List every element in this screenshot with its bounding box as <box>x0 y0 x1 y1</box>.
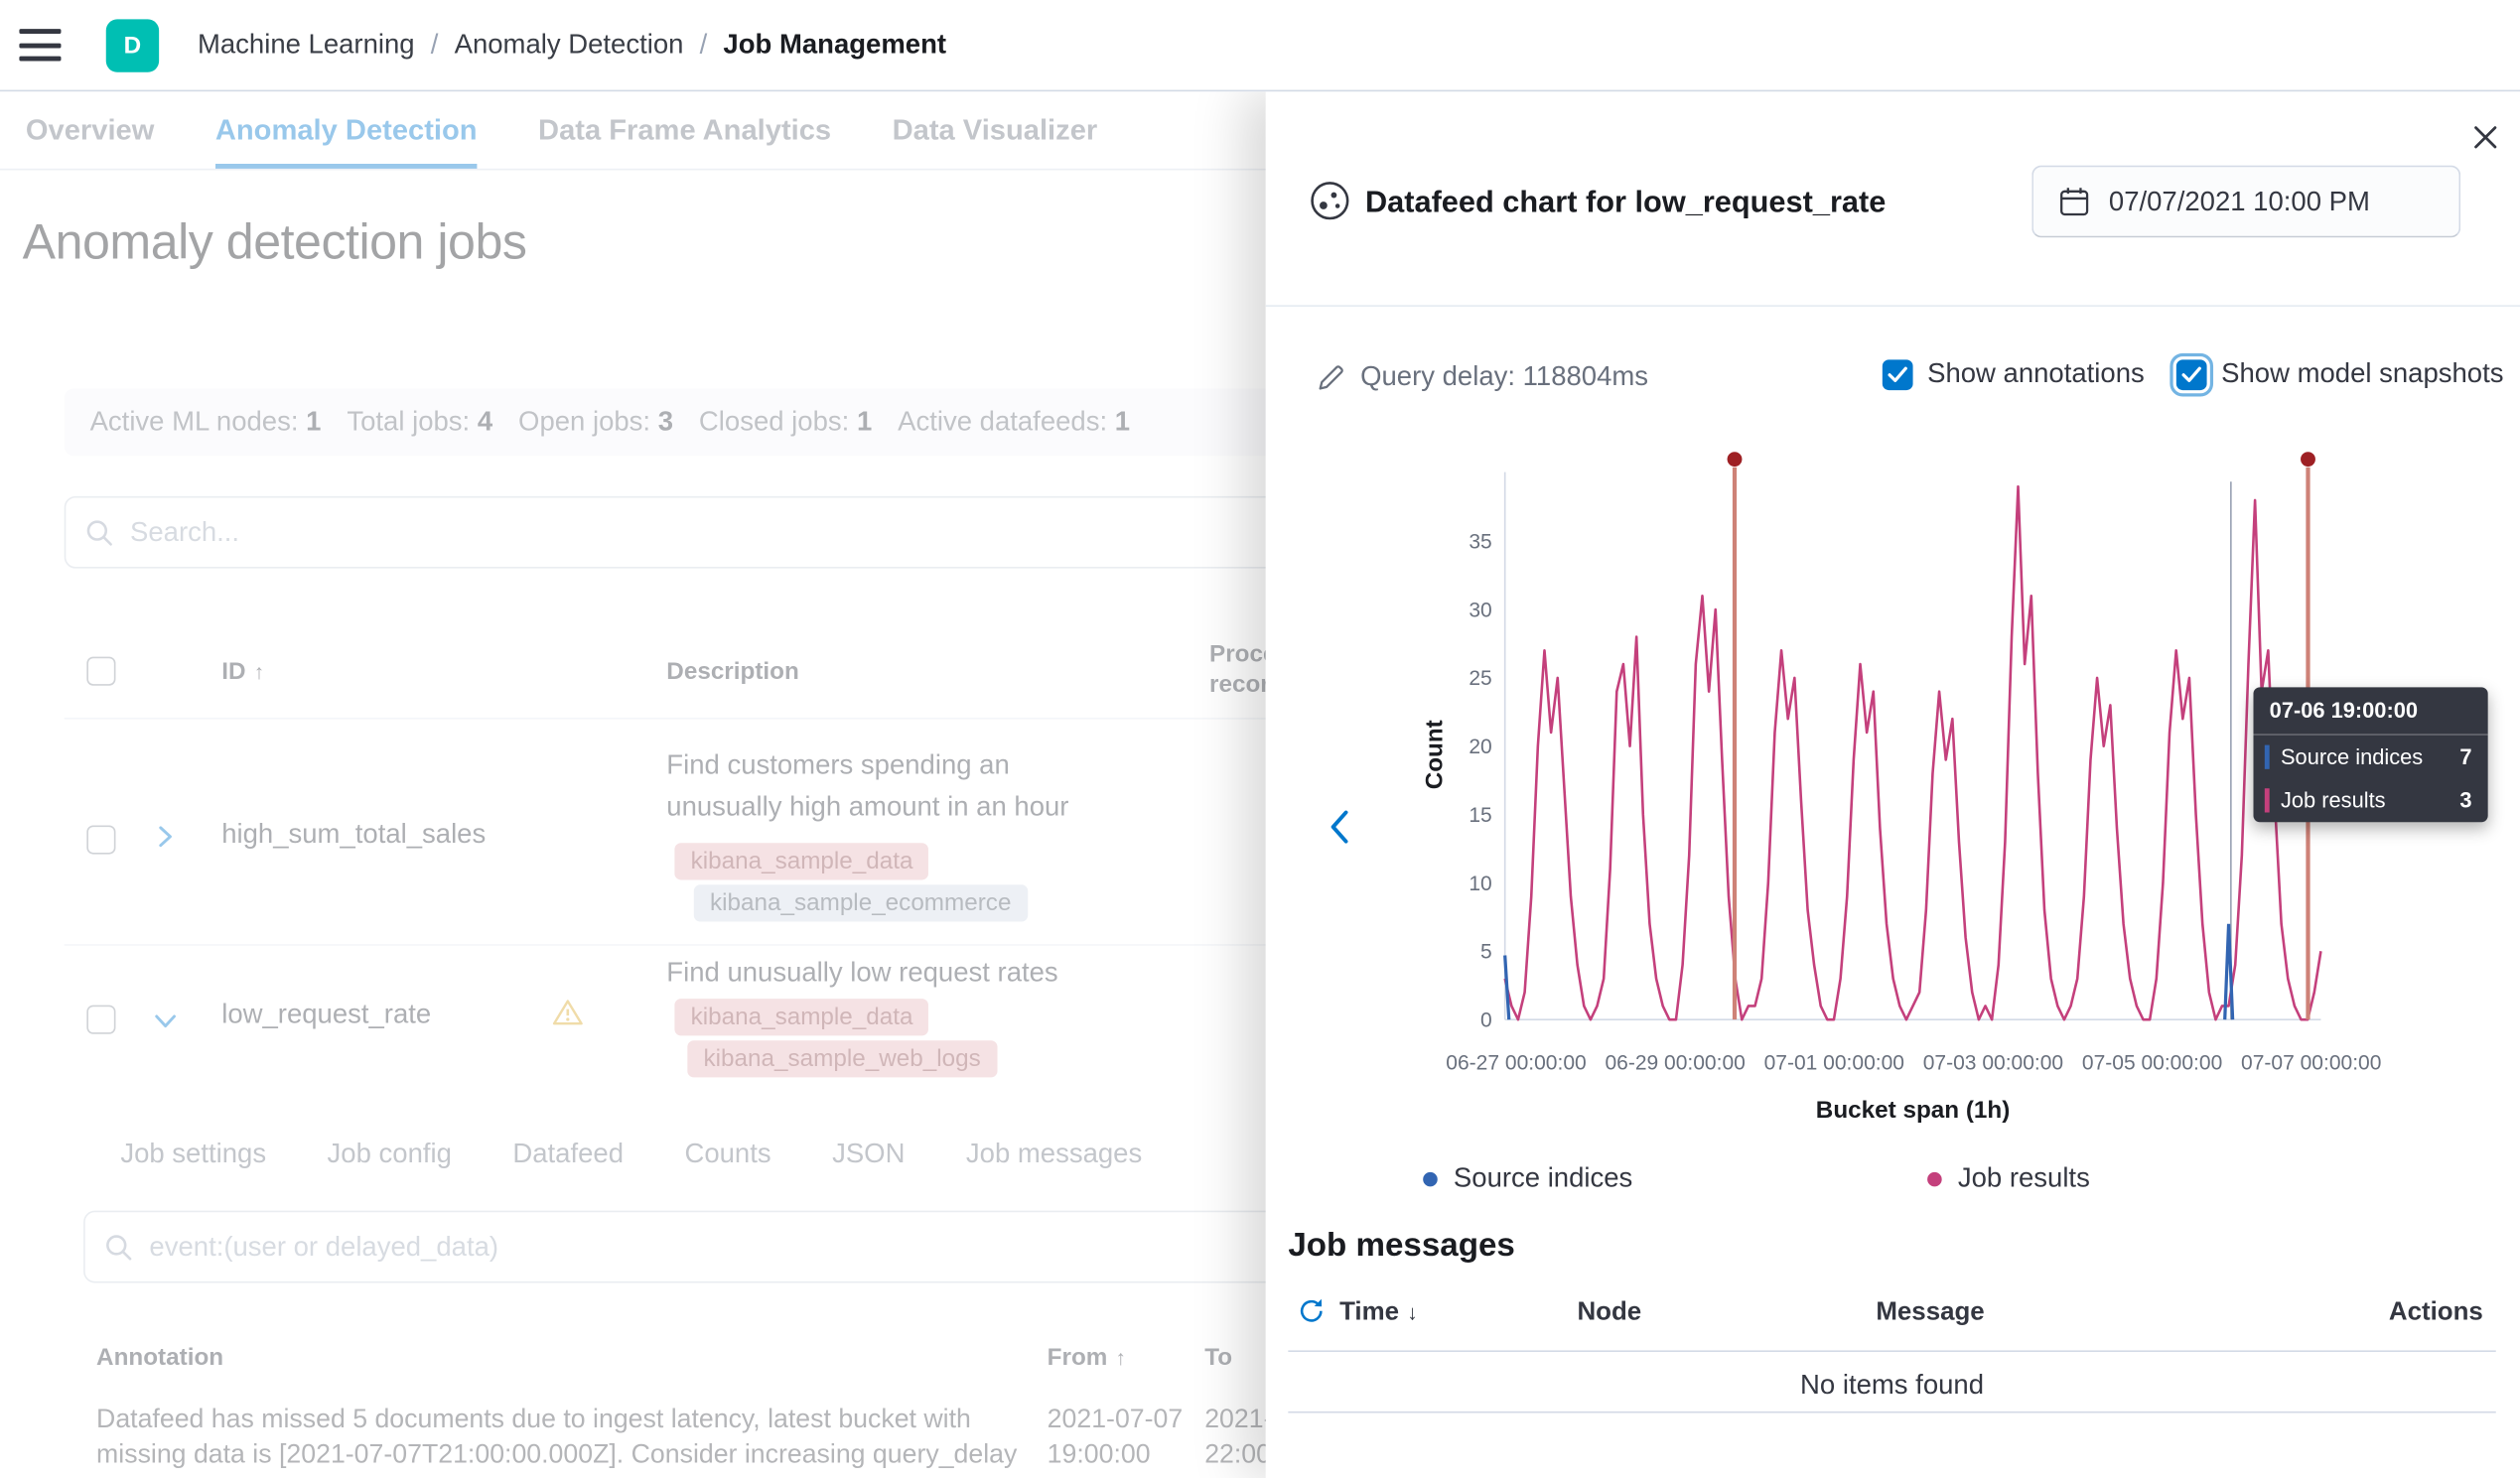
show-model-snapshots-checkbox[interactable]: Show model snapshots <box>2176 358 2504 390</box>
breadcrumb-anomaly-detection[interactable]: Anomaly Detection <box>455 29 684 61</box>
svg-text:35: 35 <box>1469 530 1491 553</box>
top-header: D Machine Learning / Anomaly Detection /… <box>0 0 2520 91</box>
chevron-left-icon[interactable] <box>1324 808 1359 847</box>
breadcrumb-machine-learning[interactable]: Machine Learning <box>198 29 415 61</box>
breadcrumb-job-management: Job Management <box>723 29 946 61</box>
svg-text:Count: Count <box>1422 720 1449 789</box>
menu-icon[interactable] <box>19 29 61 61</box>
column-header-message: Message <box>1876 1299 1984 1328</box>
tooltip-color-bar <box>2265 788 2270 812</box>
svg-text:25: 25 <box>1469 667 1491 690</box>
chart-tooltip: 07-06 19:00:00 Source indices 7 Job resu… <box>2253 687 2487 822</box>
datepicker-button[interactable]: 07/07/2021 10:00 PM <box>2031 166 2460 238</box>
tooltip-row: Source indices 7 <box>2253 736 2487 779</box>
svg-text:07-07 00:00:00: 07-07 00:00:00 <box>2241 1051 2381 1074</box>
pencil-icon[interactable] <box>1317 363 1343 390</box>
legend-source-indices[interactable]: Source indices <box>1423 1162 1632 1194</box>
close-icon[interactable] <box>2460 112 2509 161</box>
svg-text:15: 15 <box>1469 804 1491 827</box>
svg-text:07-01 00:00:00: 07-01 00:00:00 <box>1764 1051 1904 1074</box>
query-delay: Query delay: 118804ms <box>1317 361 1648 393</box>
column-header-actions: Actions <box>2389 1299 2483 1328</box>
x-axis-title: Bucket span (1h) <box>1505 1097 2321 1124</box>
table-divider <box>1288 1350 2495 1352</box>
datafeed-chart-icon <box>1308 179 1352 223</box>
flyout-title: Datafeed chart for low_request_rate <box>1365 187 1886 222</box>
datepicker-value: 07/07/2021 10:00 PM <box>2109 186 2370 217</box>
tooltip-row: Job results 3 <box>2253 779 2487 823</box>
flyout-header-divider <box>1266 305 2520 307</box>
svg-text:07-03 00:00:00: 07-03 00:00:00 <box>1923 1051 2063 1074</box>
column-header-time[interactable]: Time↓ <box>1339 1299 1418 1328</box>
svg-text:06-29 00:00:00: 06-29 00:00:00 <box>1605 1051 1745 1074</box>
job-messages-title: Job messages <box>1288 1227 1515 1266</box>
tooltip-title: 07-06 19:00:00 <box>2253 687 2487 736</box>
legend-dot <box>1927 1171 1942 1186</box>
column-header-node: Node <box>1577 1299 1641 1328</box>
sort-desc-icon: ↓ <box>1407 1300 1418 1324</box>
svg-text:0: 0 <box>1480 1008 1492 1031</box>
datafeed-chart-flyout: Datafeed chart for low_request_rate 07/0… <box>1266 91 2520 1478</box>
refresh-icon[interactable] <box>1298 1297 1325 1324</box>
legend-job-results[interactable]: Job results <box>1927 1162 2090 1194</box>
show-annotations-checkbox[interactable]: Show annotations <box>1883 358 2145 390</box>
checkbox-checked <box>1883 359 1913 390</box>
calendar-icon <box>2059 187 2090 217</box>
tooltip-color-bar <box>2265 745 2270 769</box>
table-divider <box>1288 1411 2495 1413</box>
breadcrumb-separator: / <box>431 29 439 61</box>
legend-dot <box>1423 1171 1438 1186</box>
svg-text:20: 20 <box>1469 736 1491 758</box>
svg-text:06-27 00:00:00: 06-27 00:00:00 <box>1446 1051 1586 1074</box>
breadcrumb: Machine Learning / Anomaly Detection / J… <box>198 29 946 61</box>
checkbox-checked <box>2176 359 2207 390</box>
kibana-window: D Machine Learning / Anomaly Detection /… <box>0 0 2520 1478</box>
breadcrumb-separator: / <box>700 29 708 61</box>
svg-text:30: 30 <box>1469 599 1491 621</box>
svg-text:10: 10 <box>1469 873 1491 895</box>
space-avatar[interactable]: D <box>106 19 159 71</box>
empty-table-message: No items found <box>1288 1370 2495 1402</box>
svg-text:5: 5 <box>1480 941 1492 964</box>
svg-text:07-05 00:00:00: 07-05 00:00:00 <box>2082 1051 2222 1074</box>
